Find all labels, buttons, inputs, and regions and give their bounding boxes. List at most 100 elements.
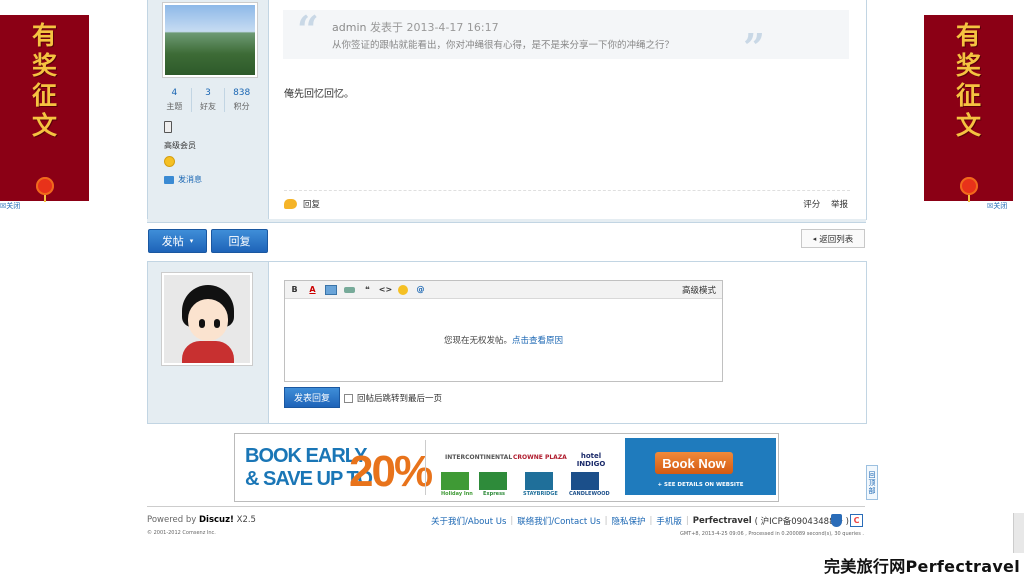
current-user-avatar[interactable] (161, 272, 253, 366)
post-content: 俺先回忆回忆。 (284, 89, 354, 100)
stat-friends[interactable]: 3 好友 (192, 88, 226, 112)
lantern-icon (35, 177, 54, 202)
hotel-logos: INTERCONTINENTAL CROWNE PLAZA hotel INDI… (435, 440, 615, 497)
right-banner-close-link[interactable]: ☒关闭 (987, 201, 1007, 211)
post-block: 4 主题 3 好友 838 积分 高级会员 发消息 “ ” admin 发表于 … (147, 0, 867, 220)
close-label: 关闭 (993, 202, 1008, 210)
logo-staybridge: STAYBRIDGE (523, 491, 558, 497)
smiley-icon (164, 156, 175, 167)
holiday-inn-logo-icon (441, 472, 469, 490)
reply-editor[interactable]: B A ❝ <> @ 高级模式 您现在无权发帖。点击查看原因 (284, 280, 723, 382)
reply-button[interactable]: 回复 (211, 229, 268, 253)
envelope-icon (164, 175, 174, 184)
mobile-version-link[interactable]: 手机版 (656, 515, 682, 527)
code-icon[interactable]: <> (379, 284, 392, 295)
submit-reply-button[interactable]: 发表回复 (284, 387, 340, 408)
reply-button-label: 回复 (228, 235, 251, 248)
express-logo-icon (479, 472, 507, 490)
logo-candlewood: CANDLEWOOD (569, 491, 610, 497)
quick-reply-block: B A ❝ <> @ 高级模式 您现在无权发帖。点击查看原因 发表回复 回帖后跳… (147, 261, 867, 424)
hotel-ad-banner[interactable]: BOOK EARLY & SAVE UP TO 20% INTERCONTINE… (234, 433, 779, 502)
quote-header: admin 发表于 2013-4-17 16:17 (332, 19, 499, 35)
logo-crowne-plaza: CROWNE PLAZA (513, 454, 567, 461)
no-permission-text: 您现在无权发帖。 (443, 336, 512, 346)
logo-holiday-inn: Holiday Inn (441, 491, 473, 497)
footer-divider (147, 506, 865, 507)
author-stats: 4 主题 3 好友 838 积分 (158, 88, 258, 112)
footer-links: 关于我们/About Us | 联络我们/Contact Us | 隐私保护 | 手机… (431, 515, 849, 527)
post-bottom-border (147, 219, 866, 223)
ad-promo-text: BOOK EARLY & SAVE UP TO 20% (235, 434, 433, 501)
about-us-link[interactable]: 关于我们/About Us (431, 515, 506, 527)
stat-value: 3 (205, 88, 211, 98)
book-now-panel: Book Now + SEE DETAILS ON WEBSITE (625, 438, 776, 495)
chevron-down-icon: ▾ (189, 237, 194, 245)
mention-icon[interactable]: @ (415, 284, 426, 295)
shield-icon[interactable] (831, 514, 842, 527)
stat-value: 4 (171, 88, 178, 98)
logo-express: Express (483, 491, 506, 497)
back-to-top-button[interactable]: 回顶部 (866, 465, 878, 500)
back-to-list-label: 返回列表 (819, 234, 854, 245)
back-to-list-button[interactable]: ◂ 返回列表 (801, 229, 865, 248)
jump-label: 回帖后跳转到最后一页 (357, 394, 443, 404)
cartoon-avatar-image (164, 275, 250, 363)
member-level[interactable]: 高级会员 (164, 140, 196, 151)
avatar-photo (165, 5, 255, 75)
send-message-label: 发消息 (178, 175, 202, 184)
post-divider (284, 190, 850, 191)
quote-author: admin (332, 21, 367, 34)
stat-label: 主题 (166, 102, 183, 111)
reply-link[interactable]: 回复 (284, 198, 320, 210)
banner-text: 有奖征文 (31, 21, 57, 140)
quote-box: “ ” admin 发表于 2013-4-17 16:17 从你签证的跟帖就能看… (283, 10, 849, 68)
chevron-left-icon: ◂ (812, 234, 817, 243)
send-message-link[interactable]: 发消息 (164, 174, 202, 185)
quote-posted-prefix: 发表于 (369, 21, 403, 34)
rate-link[interactable]: 评分 (803, 200, 820, 210)
site-name[interactable]: Perfectravel (693, 516, 752, 526)
post-author-panel: 4 主题 3 好友 838 积分 高级会员 发消息 (148, 0, 269, 219)
advanced-mode-link[interactable]: 高级模式 (682, 284, 716, 296)
stat-points[interactable]: 838 积分 (225, 88, 258, 112)
report-link[interactable]: 举报 (831, 200, 848, 210)
processing-info: GMT+8, 2013-4-25 09:06 , Processed in 0.… (679, 531, 864, 537)
reply-bubble-icon (284, 199, 297, 209)
post-tools: 评分 举报 (795, 198, 848, 210)
new-post-label: 发帖 (161, 235, 184, 248)
left-banner-close-link[interactable]: ☒关闭 (0, 201, 20, 211)
banner-text: 有奖征文 (955, 21, 981, 140)
bold-icon[interactable]: B (289, 284, 300, 295)
mobile-phone-icon (164, 121, 172, 133)
ad-percent: 20% (349, 447, 433, 496)
new-post-button[interactable]: 发帖 ▾ (148, 229, 207, 253)
jump-to-last-page-option[interactable]: 回帖后跳转到最后一页 (344, 392, 442, 404)
font-color-icon[interactable]: A (307, 284, 318, 295)
candlewood-logo-icon (571, 472, 599, 490)
editor-toolbar: B A ❝ <> @ 高级模式 (285, 281, 722, 299)
discuz-link[interactable]: Discuz! (199, 515, 234, 525)
logo-intercontinental: INTERCONTINENTAL (445, 454, 513, 461)
link-icon[interactable] (344, 286, 355, 293)
stat-threads[interactable]: 4 主题 (158, 88, 192, 112)
book-now-button[interactable]: Book Now (655, 452, 733, 474)
quote-text: 从你签证的跟帖就能看出，你对冲绳很有心得，是不是来分享一下你的冲绳之行？ (332, 40, 675, 51)
close-quote-icon: ” (743, 25, 765, 70)
contact-us-link[interactable]: 联络我们/Contact Us (517, 515, 600, 527)
powered-prefix: Powered by (147, 515, 197, 525)
jump-checkbox[interactable] (344, 393, 353, 403)
quote-icon[interactable]: ❝ (362, 284, 373, 295)
copyright: © 2001-2012 Comsenz Inc. (147, 530, 216, 536)
no-permission-notice: 您现在无权发帖。点击查看原因 (285, 334, 722, 346)
author-avatar[interactable] (162, 2, 258, 78)
emoticon-icon[interactable] (398, 284, 408, 295)
stat-value: 838 (233, 88, 251, 98)
cert-icon[interactable]: C (850, 514, 863, 527)
image-icon[interactable] (325, 284, 337, 295)
privacy-link[interactable]: 隐私保护 (611, 515, 645, 527)
scrollbar[interactable] (1013, 513, 1024, 553)
right-side-banner[interactable]: 有奖征文 (924, 15, 1013, 202)
left-side-banner[interactable]: 有奖征文 (0, 15, 89, 202)
see-reason-link[interactable]: 点击查看原因 (512, 336, 563, 346)
site-watermark: 完美旅行网Perfectravel (824, 557, 1020, 576)
